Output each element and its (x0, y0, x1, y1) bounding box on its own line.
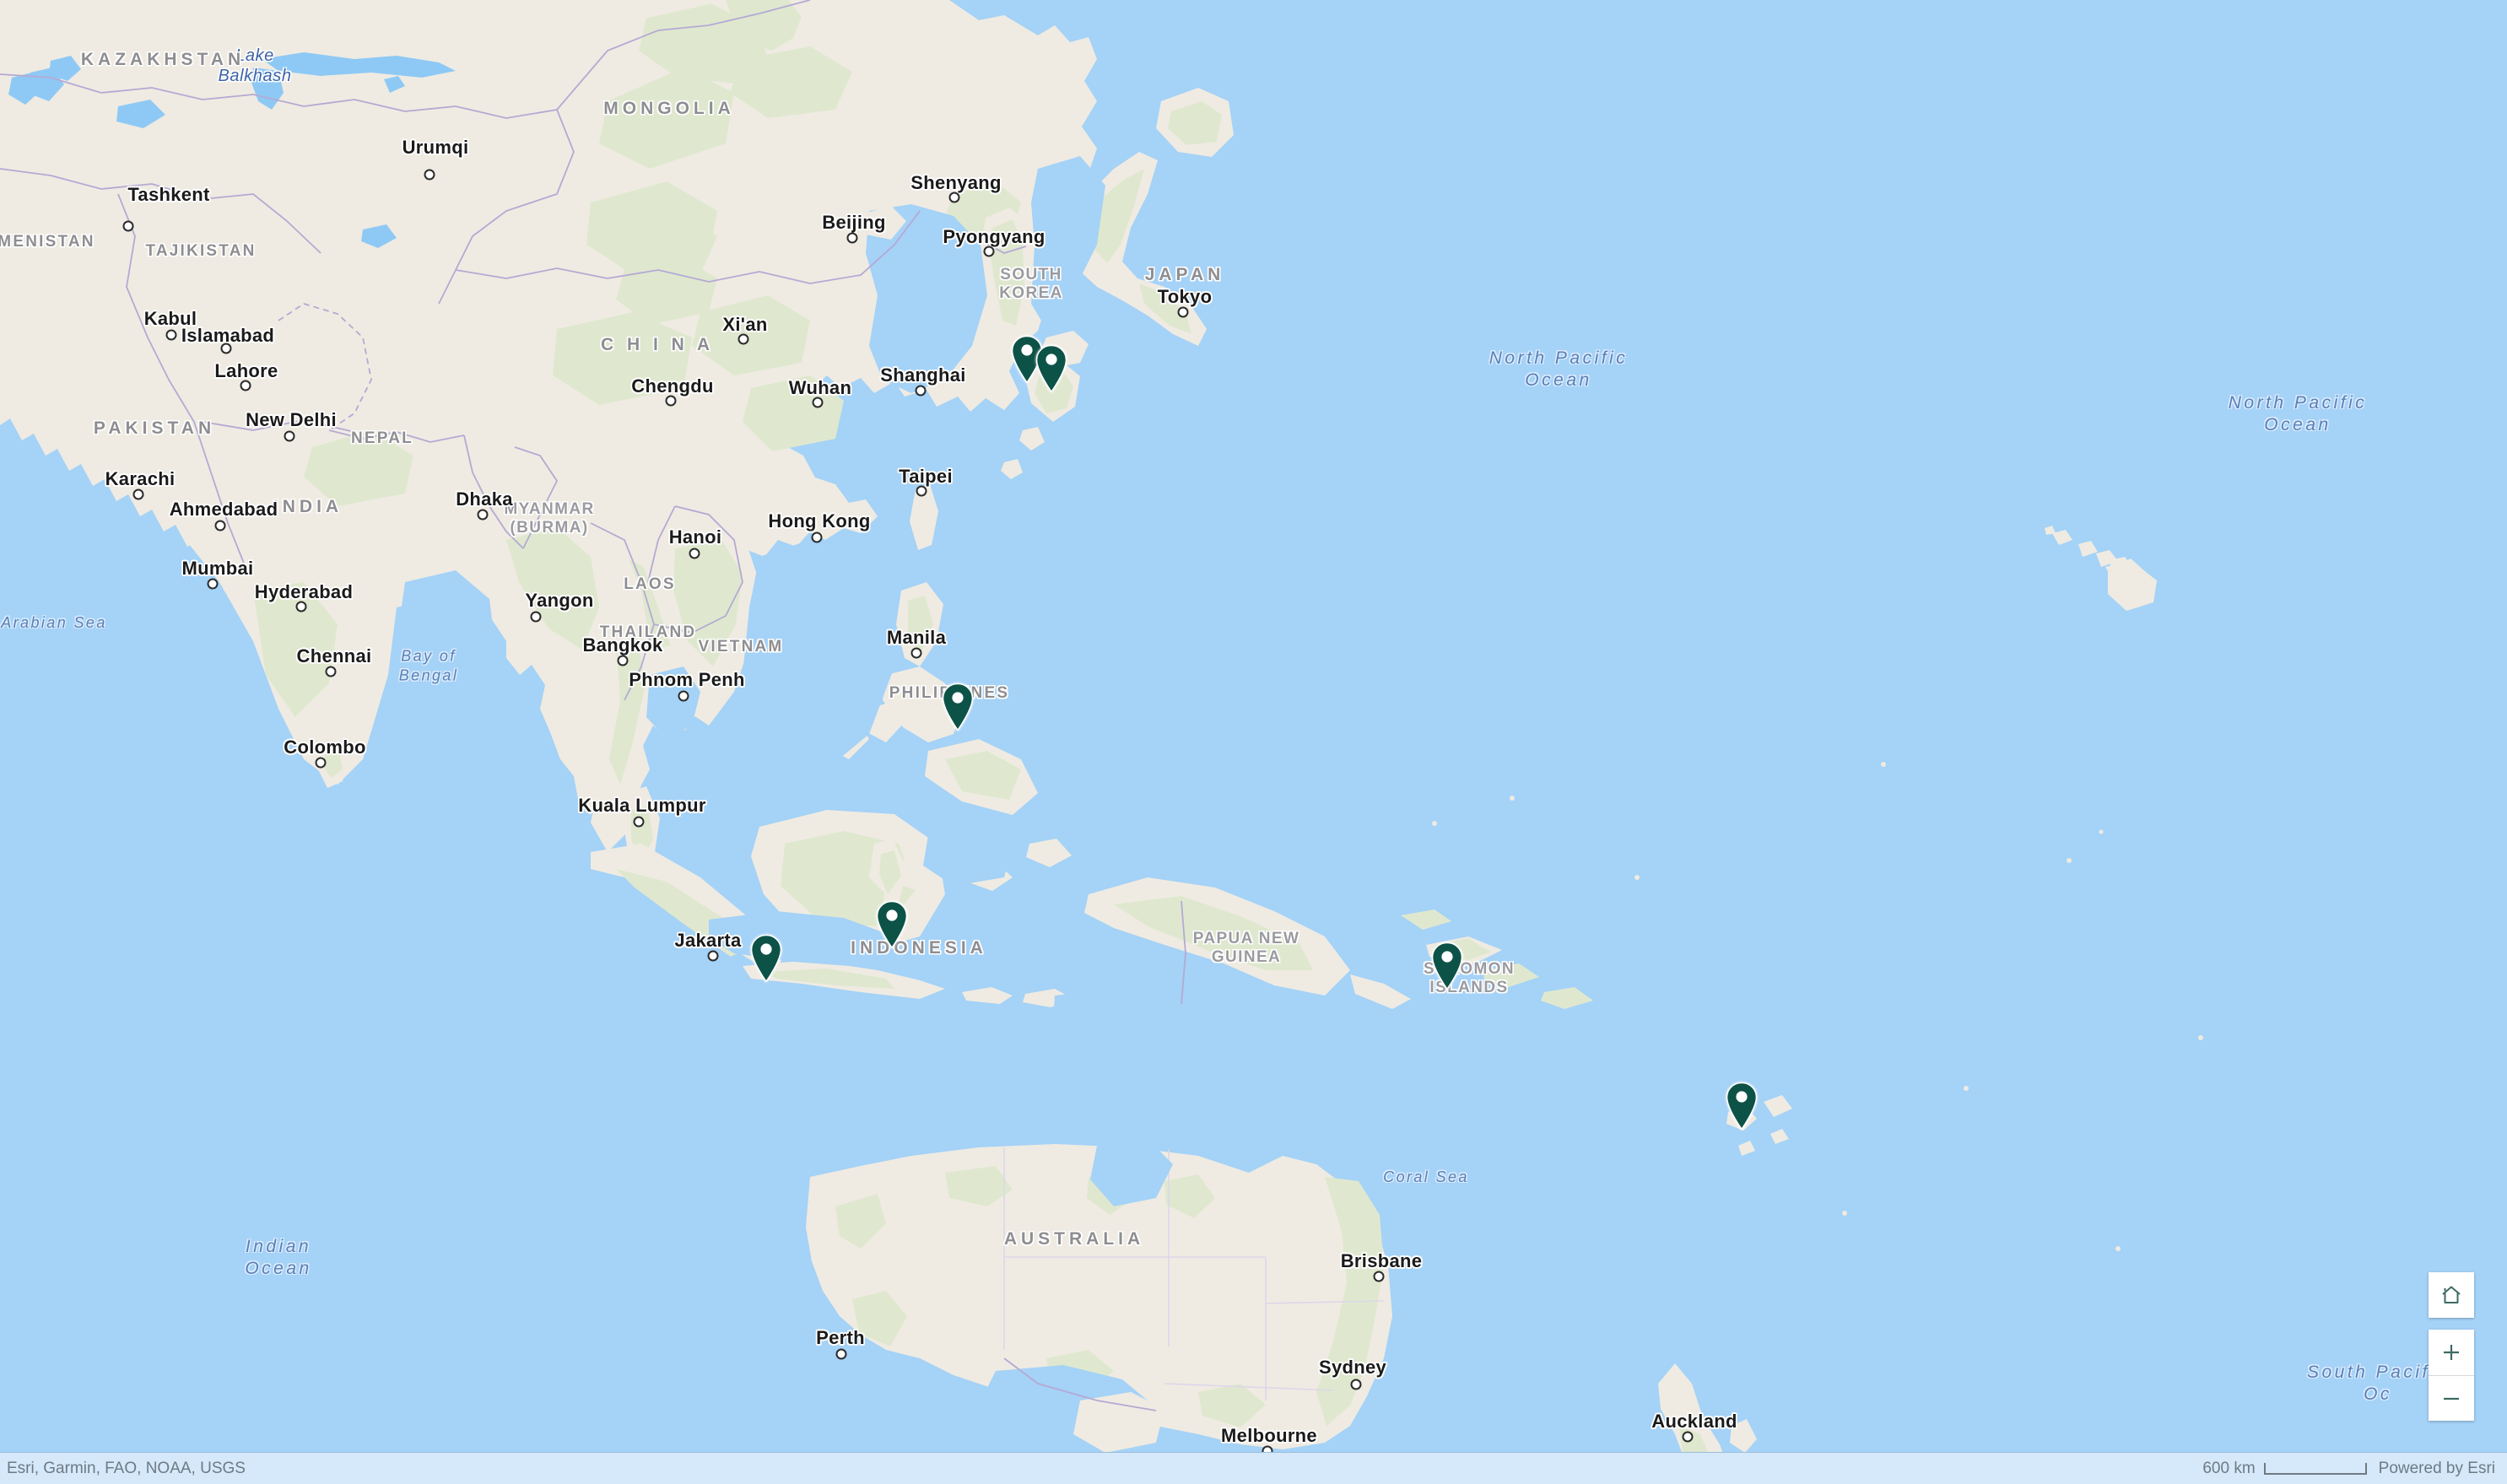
map-pin-marker[interactable] (940, 682, 975, 731)
map-pin-marker[interactable] (1034, 343, 1069, 392)
zoom-in-button[interactable] (2429, 1330, 2474, 1375)
map-viewport[interactable]: .land { fill:#efebe2; } .veg { fill:#dfe… (0, 0, 2507, 1484)
plus-icon (2439, 1341, 2463, 1364)
attribution-right-group: 600 km Powered by Esri (2202, 1460, 2499, 1478)
powered-by-esri[interactable]: Powered by Esri (2379, 1460, 2499, 1478)
zoom-control-group[interactable] (2429, 1330, 2474, 1421)
home-button[interactable] (2429, 1272, 2474, 1318)
zoom-out-button[interactable] (2429, 1375, 2474, 1421)
map-controls[interactable] (2429, 1272, 2474, 1421)
map-pin-marker[interactable] (1429, 941, 1465, 990)
map-pin-marker[interactable] (1724, 1081, 1759, 1130)
home-control-group[interactable] (2429, 1272, 2474, 1318)
basemap-geography: .land { fill:#efebe2; } .veg { fill:#dfe… (0, 0, 2507, 1484)
scale-bar: 600 km (2202, 1459, 2367, 1478)
minus-icon (2439, 1387, 2463, 1411)
attribution-text[interactable]: Esri, Garmin, FAO, NOAA, USGS (7, 1460, 246, 1478)
map-pin-marker[interactable] (748, 933, 784, 982)
attribution-bar: Esri, Garmin, FAO, NOAA, USGS 600 km Pow… (0, 1452, 2507, 1484)
scale-bar-graphic (2263, 1462, 2367, 1475)
map-pin-marker[interactable] (874, 899, 910, 948)
scale-label: 600 km (2202, 1459, 2256, 1477)
home-icon (2439, 1283, 2463, 1307)
